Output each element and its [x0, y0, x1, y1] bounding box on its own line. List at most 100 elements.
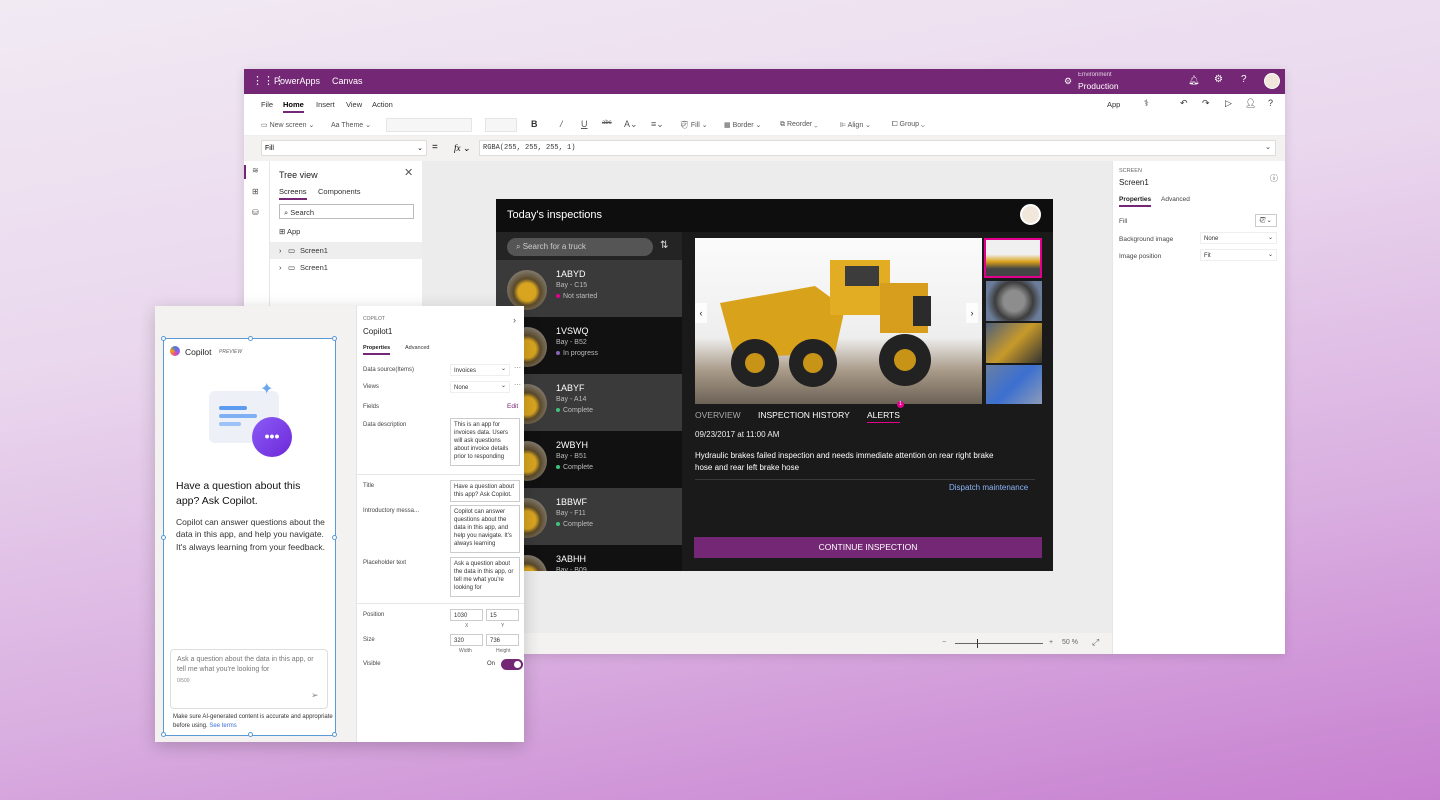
chevron-right-icon[interactable]: ›: [513, 315, 516, 325]
zoom-out-button[interactable]: −: [942, 639, 946, 646]
formula-input[interactable]: RGBA(255, 255, 255, 1) ⌄: [479, 140, 1276, 156]
resize-handle[interactable]: [248, 336, 253, 341]
zoom-slider[interactable]: [955, 639, 1043, 648]
thumbnail-engine[interactable]: [986, 323, 1042, 363]
font-family-input[interactable]: [386, 118, 472, 132]
resize-handle[interactable]: [161, 732, 166, 737]
fill-color-picker[interactable]: 🪣︎⌄: [1255, 214, 1277, 227]
width-input[interactable]: 320: [450, 634, 483, 646]
menu-home[interactable]: Home: [283, 100, 304, 113]
theme-button[interactable]: Aa Theme ⌄: [331, 121, 371, 129]
tab-overview[interactable]: OVERVIEW: [695, 410, 741, 420]
height-input[interactable]: 736: [486, 634, 519, 646]
resize-handle[interactable]: [332, 535, 337, 540]
sparkle-icon: ✦: [260, 381, 274, 398]
property-dropdown[interactable]: Fill ⌄: [261, 140, 427, 156]
send-icon[interactable]: ➢: [311, 690, 319, 701]
zoom-slider-thumb[interactable]: [977, 639, 978, 648]
image-position-dropdown[interactable]: Fit ⌄: [1200, 249, 1277, 261]
resize-handle[interactable]: [332, 732, 337, 737]
strikethrough-button[interactable]: abc: [602, 120, 612, 126]
see-terms-link[interactable]: See terms: [209, 723, 236, 729]
tab-components[interactable]: Components: [318, 187, 361, 196]
insert-icon[interactable]: ⊞: [252, 187, 259, 196]
redo-icon[interactable]: ↷: [1202, 98, 1210, 109]
tab-properties[interactable]: Properties: [1119, 196, 1152, 207]
align-button[interactable]: ⊫ Align ⌄: [840, 121, 871, 129]
position-y-input[interactable]: 15: [486, 609, 519, 621]
continue-inspection-button[interactable]: CONTINUE INSPECTION: [694, 537, 1042, 558]
tree-item-app[interactable]: ⊞ App: [279, 227, 300, 236]
fields-edit-link[interactable]: Edit: [507, 403, 518, 410]
info-icon[interactable]: ⓘ: [1270, 173, 1278, 184]
tab-screens[interactable]: Screens: [279, 187, 307, 200]
next-image-button[interactable]: ›: [966, 303, 978, 323]
data-description-input[interactable]: This is an app for invoices data. Users …: [450, 418, 520, 466]
tab-properties[interactable]: Properties: [363, 345, 391, 355]
text-align-button[interactable]: ≡⌄: [651, 119, 664, 130]
data-source-dropdown[interactable]: Invoices ⌄: [450, 364, 510, 376]
thumbnail-part[interactable]: [986, 365, 1042, 404]
bold-button[interactable]: B: [531, 119, 538, 129]
fit-screen-icon[interactable]: ⤢: [1092, 637, 1099, 648]
data-icon[interactable]: ⛁: [252, 208, 259, 217]
tree-item-screen[interactable]: › ▭ Screen1: [270, 259, 422, 276]
truck-search-input[interactable]: ⌕ Search for a truck: [507, 238, 653, 256]
layers-icon[interactable]: ≋: [252, 166, 259, 175]
font-color-button[interactable]: A⌄: [624, 119, 638, 130]
bell-icon[interactable]: 🔔︎: [1188, 75, 1199, 86]
stethoscope-icon[interactable]: ⚕: [1144, 98, 1149, 109]
close-icon[interactable]: ✕: [404, 166, 413, 179]
help-icon[interactable]: ?: [1241, 74, 1247, 85]
title-input[interactable]: Have a question about this app? Ask Copi…: [450, 480, 520, 502]
resize-handle[interactable]: [332, 336, 337, 341]
resize-handle[interactable]: [161, 535, 166, 540]
visible-toggle[interactable]: [501, 659, 523, 670]
fill-button[interactable]: 🪣︎ Fill ⌄: [680, 121, 708, 129]
intro-message-input[interactable]: Copilot can answer questions about the d…: [450, 505, 520, 553]
tab-advanced[interactable]: Advanced: [1161, 196, 1190, 203]
play-icon[interactable]: ▷: [1225, 98, 1232, 109]
background-image-dropdown[interactable]: None ⌄: [1200, 232, 1277, 244]
thumbnail-truck[interactable]: [984, 238, 1042, 278]
share-icon[interactable]: 👤︎: [1245, 98, 1256, 109]
tab-inspection-history[interactable]: INSPECTION HISTORY: [758, 410, 850, 420]
font-size-input[interactable]: [485, 118, 517, 132]
menu-file[interactable]: File: [261, 100, 273, 109]
views-dropdown[interactable]: None ⌄: [450, 381, 510, 393]
data-source-more-icon[interactable]: ⋯: [514, 364, 521, 372]
group-button[interactable]: ⧠ Group ⌄: [892, 121, 925, 129]
resize-handle[interactable]: [161, 336, 166, 341]
underline-button[interactable]: U: [581, 119, 588, 129]
inspector-avatar[interactable]: [1020, 204, 1041, 225]
menu-action[interactable]: Action: [372, 100, 393, 109]
copilot-question-input[interactable]: Ask a question about the data in this ap…: [170, 649, 328, 709]
user-avatar[interactable]: [1264, 73, 1280, 89]
reorder-button[interactable]: ⧉ Reorder ⌄: [780, 121, 818, 129]
resize-handle[interactable]: [248, 732, 253, 737]
sort-icon[interactable]: ⇅: [660, 240, 668, 251]
tab-advanced[interactable]: Advanced: [405, 345, 429, 351]
tree-search-input[interactable]: ⌕ Search: [279, 204, 414, 219]
undo-icon[interactable]: ↶: [1180, 98, 1188, 109]
italic-button[interactable]: /: [560, 119, 563, 129]
tree-item-screen[interactable]: › ▭ Screen1: [270, 242, 422, 259]
fx-button[interactable]: fx ⌄: [454, 143, 470, 154]
border-button[interactable]: ▦ Border ⌄: [724, 121, 761, 129]
zoom-in-button[interactable]: +: [1049, 639, 1053, 646]
help-icon[interactable]: ?: [1268, 98, 1273, 108]
copilot-control[interactable]: Copilot PREVIEW ✦ ••• Have a question ab…: [161, 336, 337, 737]
previous-image-button[interactable]: ‹: [695, 303, 707, 323]
app-checker-label[interactable]: App: [1107, 100, 1120, 109]
new-screen-button[interactable]: ▭ New screen ⌄: [261, 121, 314, 129]
dispatch-maintenance-link[interactable]: Dispatch maintenance: [949, 483, 1028, 492]
thumbnail-tire[interactable]: [986, 281, 1042, 321]
views-more-icon[interactable]: ⋯: [514, 381, 521, 389]
settings-icon[interactable]: ⚙: [1214, 74, 1223, 85]
menu-insert[interactable]: Insert: [316, 100, 335, 109]
tab-alerts[interactable]: ALERTS: [867, 410, 900, 423]
menu-view[interactable]: View: [346, 100, 362, 109]
position-x-input[interactable]: 1030: [450, 609, 483, 621]
placeholder-text-input[interactable]: Ask a question about the data in this ap…: [450, 557, 520, 597]
environment-name[interactable]: Production: [1078, 81, 1119, 91]
